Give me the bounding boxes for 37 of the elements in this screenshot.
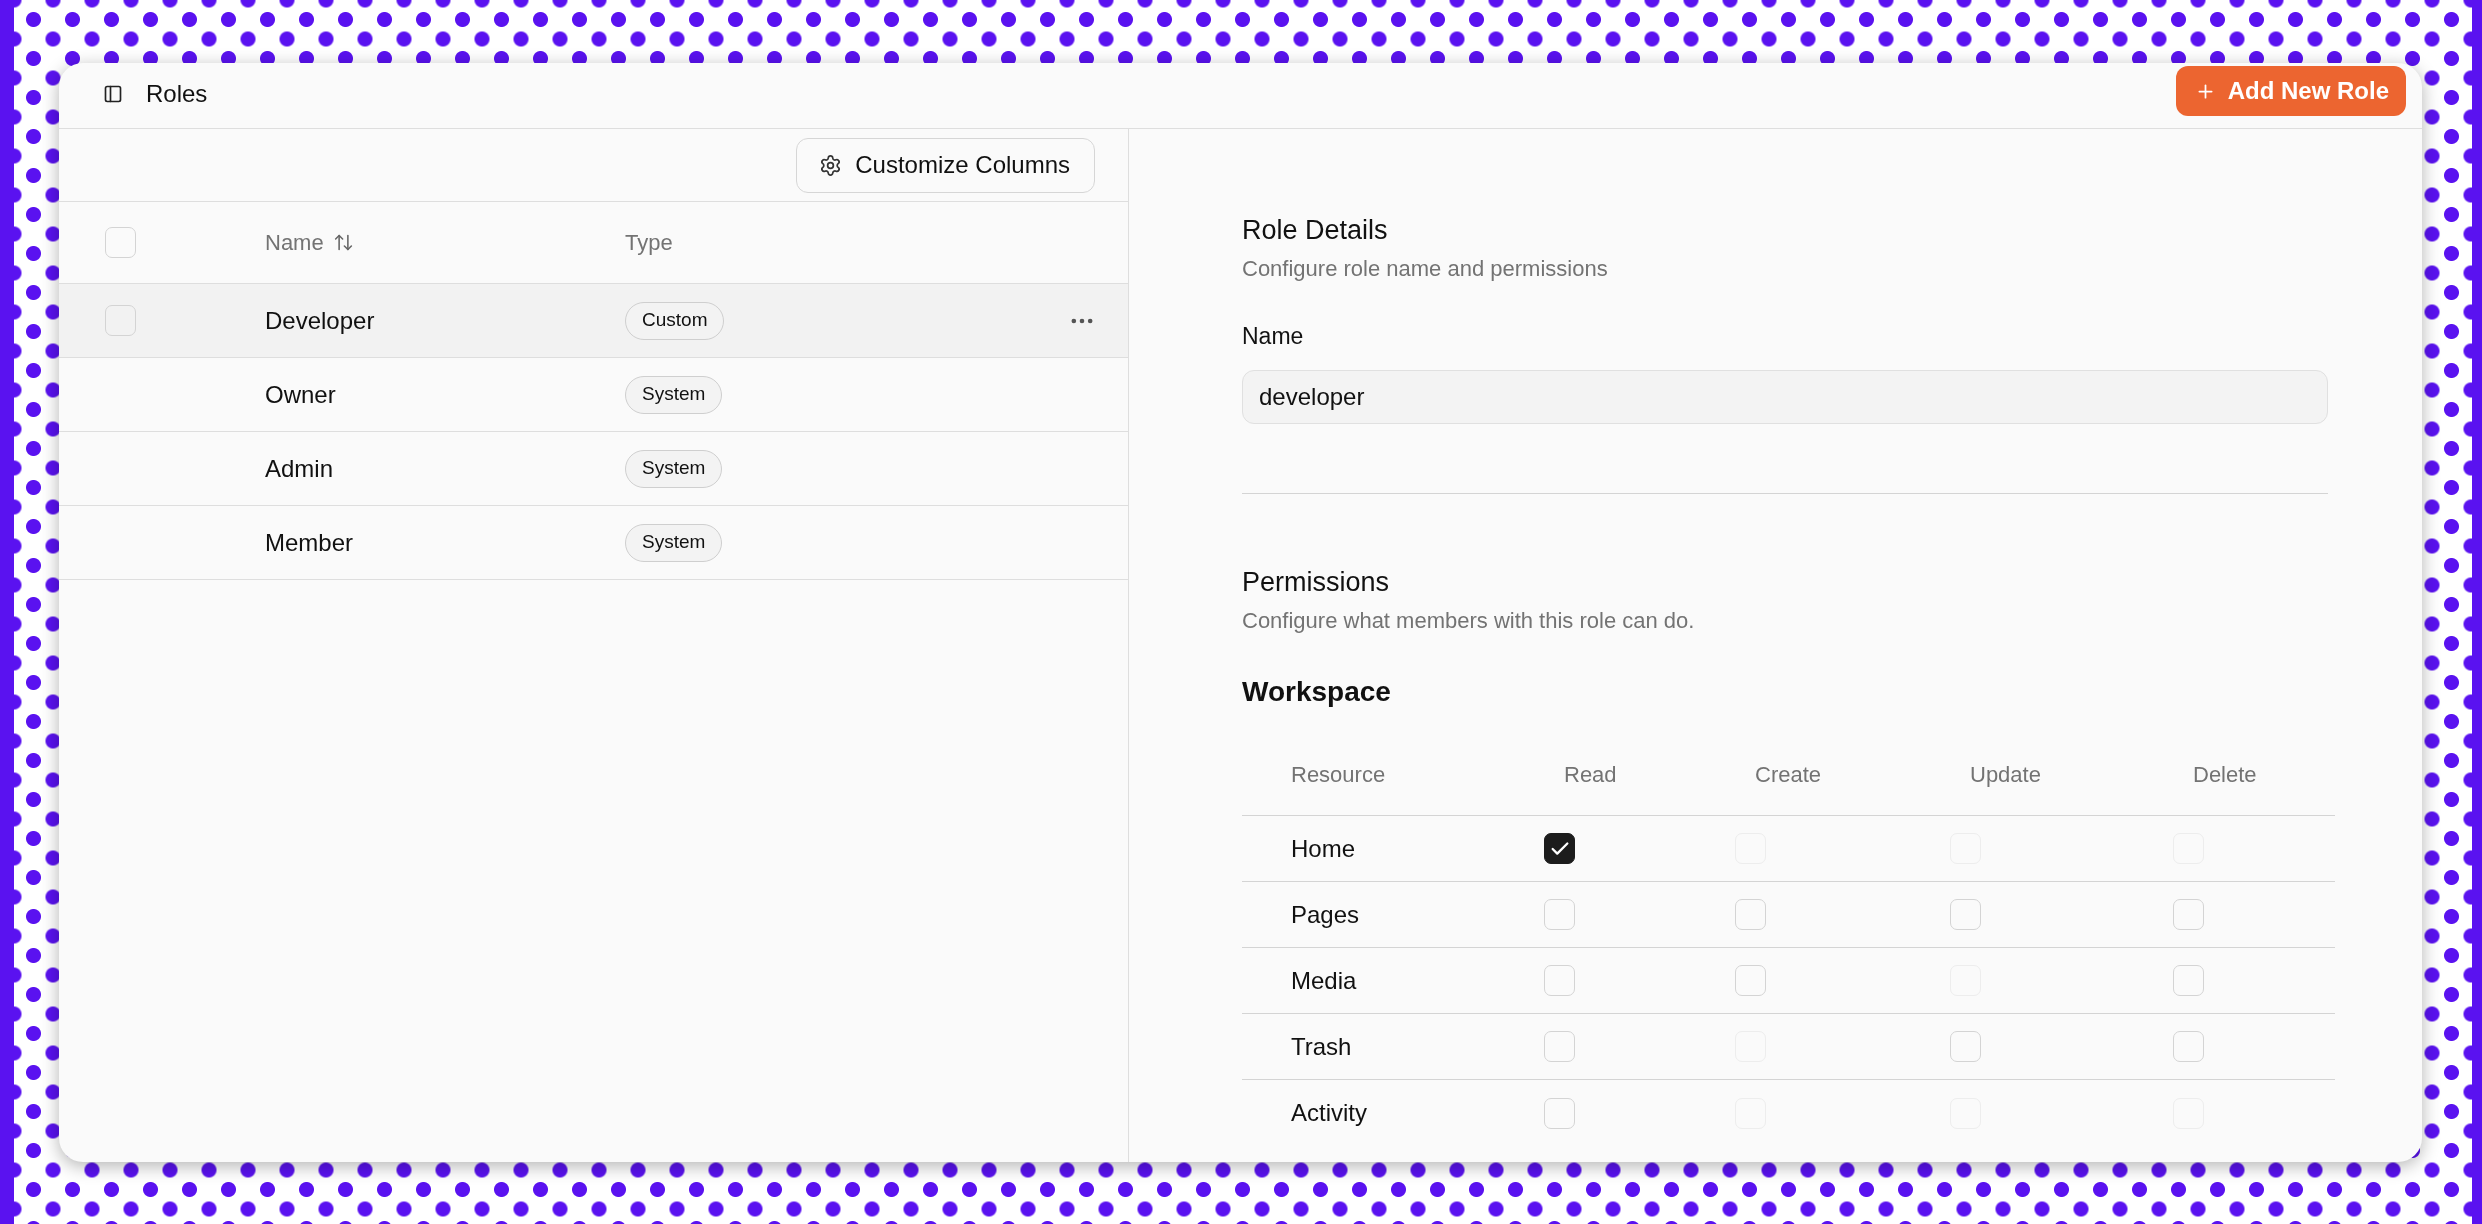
column-header: Update: [1970, 762, 2041, 787]
sidebar-toggle-icon[interactable]: [103, 84, 123, 104]
table-row[interactable]: Developer Custom: [59, 284, 1128, 358]
field-label: Name: [1242, 322, 1304, 351]
name-input[interactable]: developer: [1242, 370, 2328, 424]
resource-name: Home: [1291, 834, 1356, 862]
section-title: Permissions: [1242, 566, 1390, 599]
column-header: Type: [625, 229, 673, 257]
column-header: Resource: [1291, 762, 1386, 787]
checkbox[interactable]: [1544, 833, 1575, 864]
settings-icon: [819, 153, 843, 177]
type-badge: System: [625, 375, 723, 414]
type-badge: System: [625, 523, 723, 562]
role-name: Admin: [265, 453, 334, 484]
resource-name: Trash: [1291, 1032, 1352, 1060]
page-title: Roles: [146, 79, 208, 109]
section-subtitle: Configure role name and permissions: [1242, 255, 1608, 283]
type-badge: System: [625, 449, 723, 488]
column-header: Create: [1755, 762, 1822, 787]
table-row[interactable]: Admin System: [59, 432, 1128, 506]
resource-name: Media: [1291, 966, 1357, 994]
role-name: Member: [265, 527, 354, 558]
type-badge: Custom: [625, 301, 725, 340]
column-header[interactable]: Name: [265, 226, 354, 259]
table-row[interactable]: Member System: [59, 506, 1128, 580]
section-title: Role Details: [1242, 214, 1388, 247]
column-header: Read: [1564, 762, 1617, 787]
sort-icon: [332, 232, 354, 253]
group-title: Workspace: [1242, 675, 1391, 709]
resource-name: Pages: [1291, 900, 1360, 928]
column-header: Delete: [2193, 762, 2257, 787]
role-name: Owner: [265, 379, 336, 410]
role-name: Developer: [265, 305, 375, 336]
resource-name: Activity: [1291, 1099, 1367, 1126]
customize-columns-button[interactable]: Customize Columns: [796, 137, 1095, 193]
section-subtitle: Configure what members with this role can do.: [1242, 607, 1695, 635]
table-row[interactable]: Owner System: [59, 358, 1128, 432]
